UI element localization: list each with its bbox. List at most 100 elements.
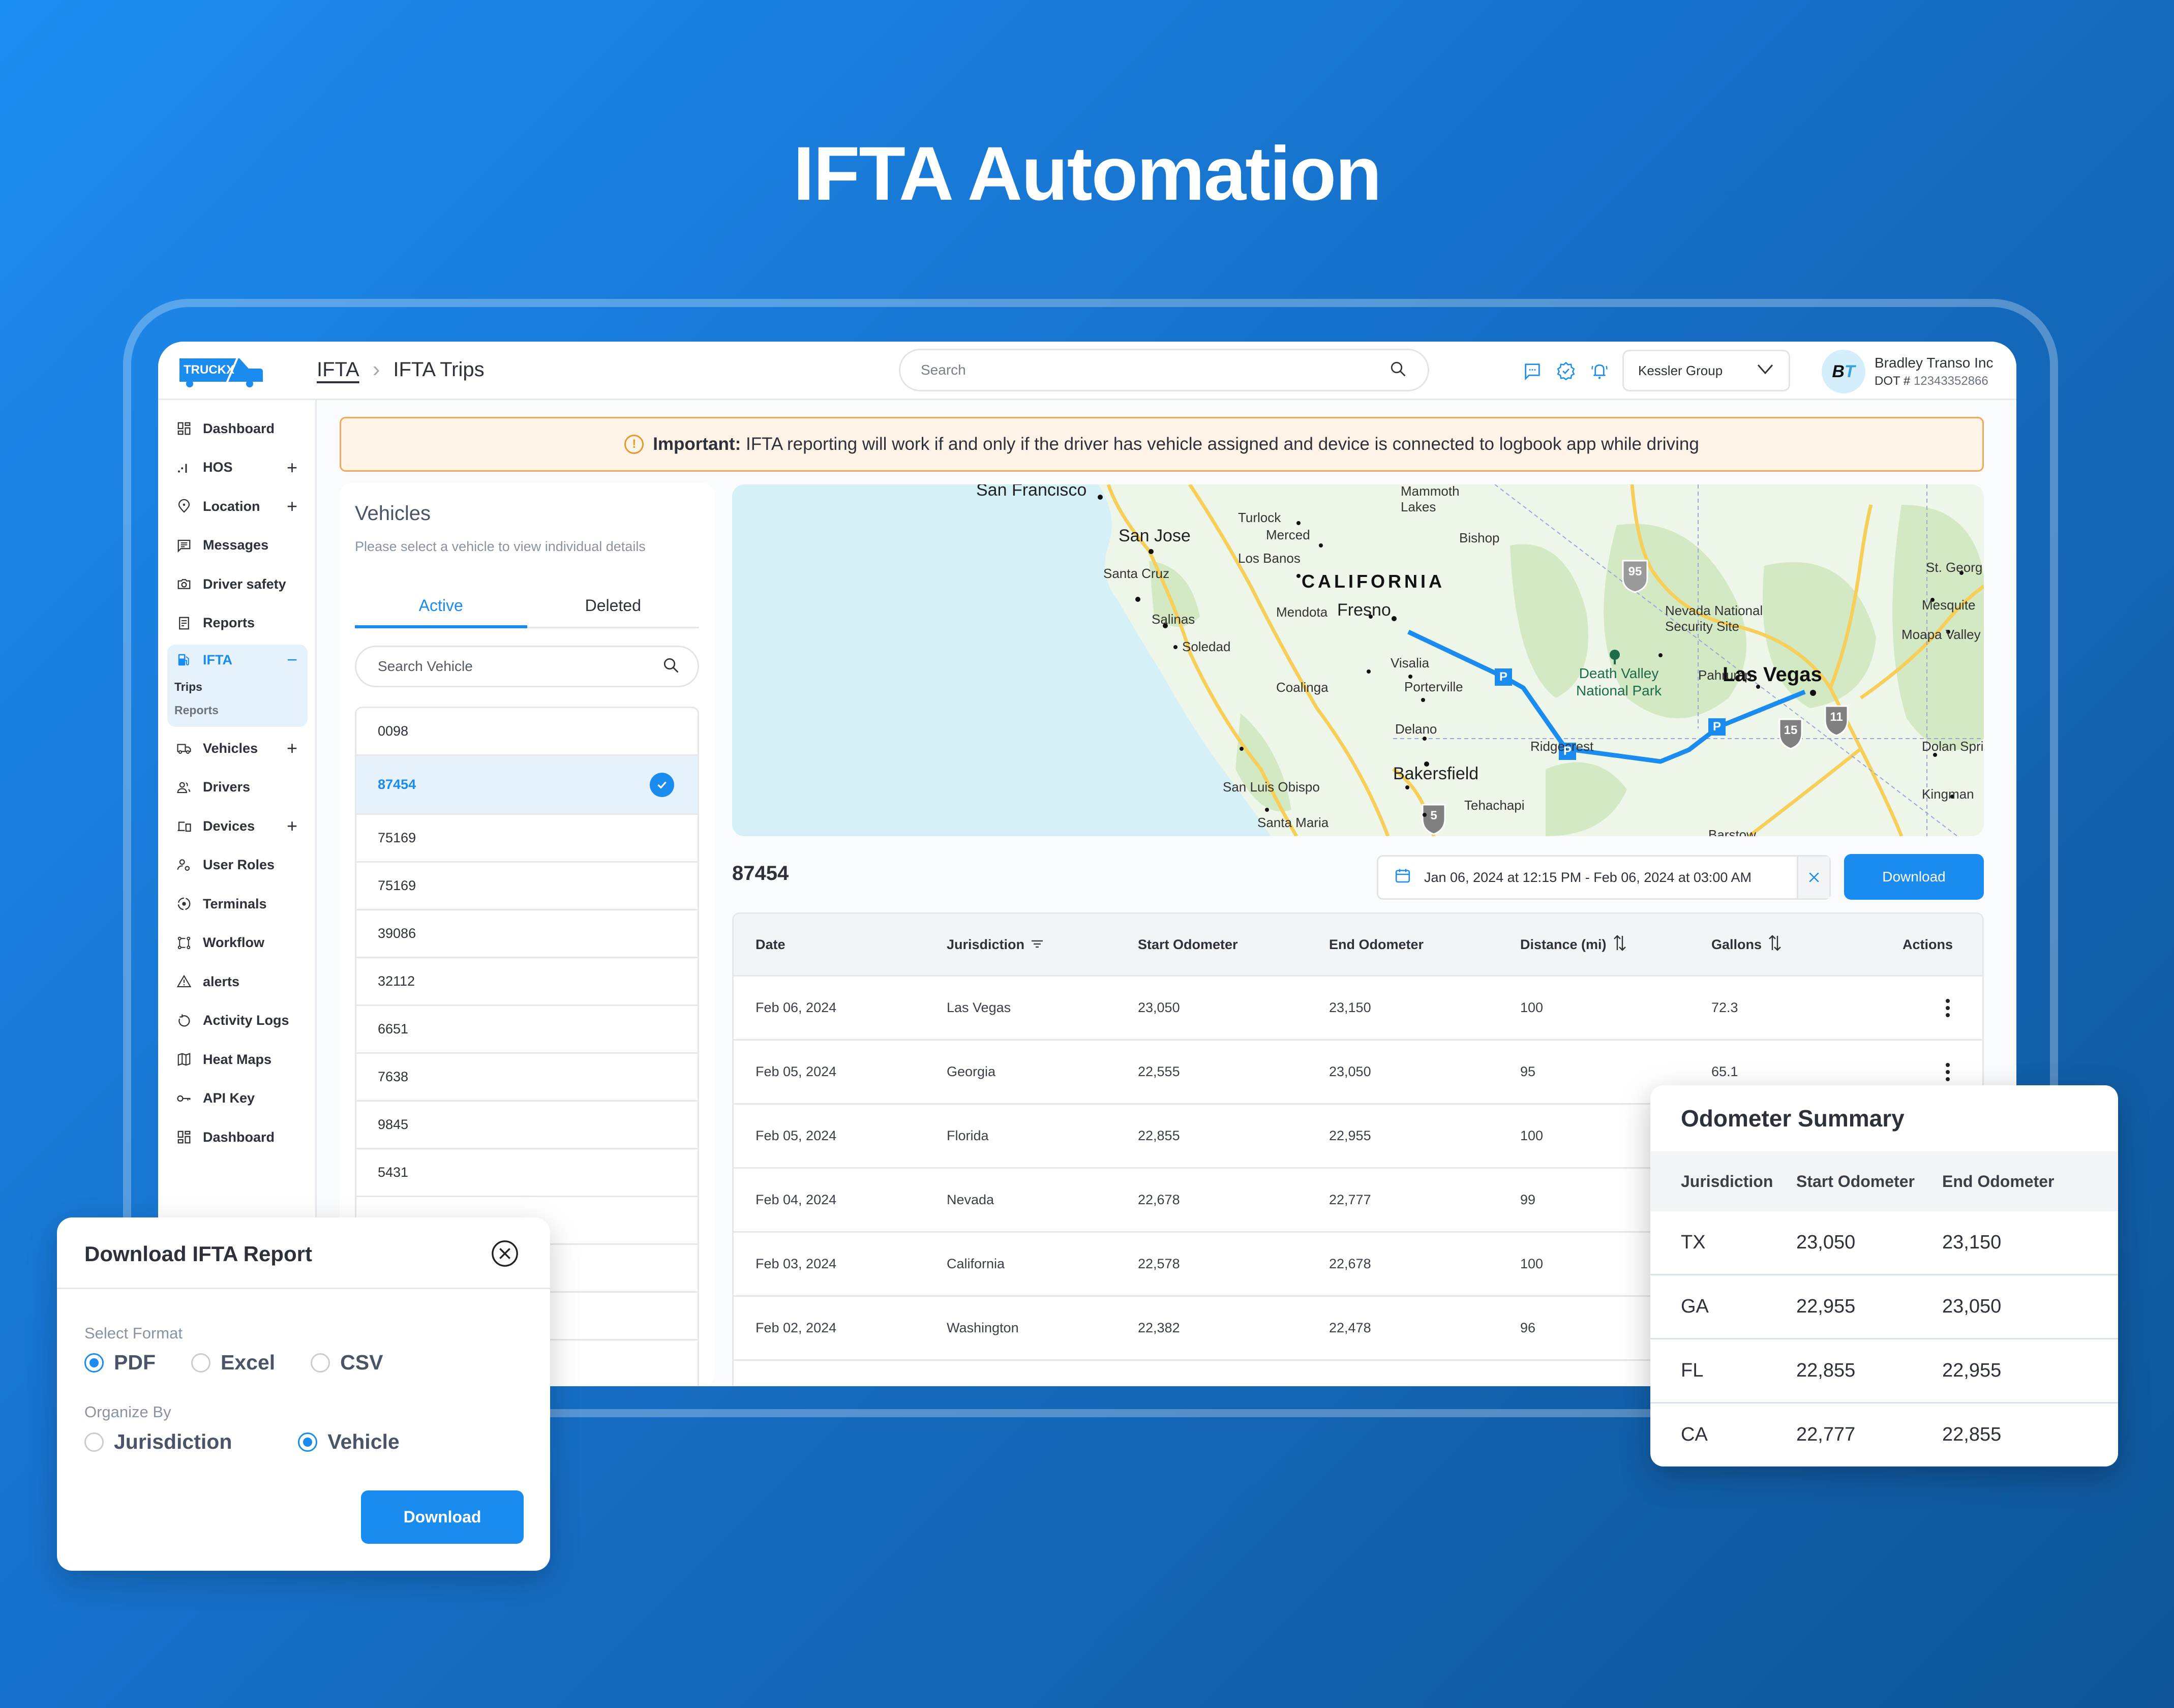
sidebar-item-terminals[interactable]: Terminals [167,884,308,924]
radio-csv[interactable]: CSV [311,1351,383,1375]
filter-icon[interactable] [1031,937,1044,953]
sidebar-item-devices[interactable]: Devices + [167,807,308,846]
sidebar-item-heat-maps[interactable]: Heat Maps [167,1040,308,1079]
odometer-end: 23,050 [1942,1296,2002,1317]
company-group-value: Kessler Group [1638,362,1723,378]
table-row[interactable]: Feb 06, 2024 Las Vegas 23,050 23,150 100 72.3 [734,977,1982,1041]
expand-plus-icon[interactable]: + [287,457,297,478]
sidebar-item-location[interactable]: Location + [167,487,308,526]
sort-icon[interactable] [1613,934,1627,956]
breadcrumb-ifta-trips: IFTA Trips [393,358,485,381]
download-button[interactable]: Download [1844,854,1984,900]
radio-button[interactable] [84,1432,104,1452]
sidebar-item-dashboard[interactable]: Dashboard [167,409,308,448]
radio-jurisdiction[interactable]: Jurisdiction [84,1430,232,1454]
search-icon[interactable] [1389,360,1407,381]
message-icon [175,537,193,554]
more-vertical-icon[interactable] [1943,998,1953,1017]
stop-marker-label: P [1499,670,1508,684]
sidebar-item-dashboard[interactable]: Dashboard [167,1118,308,1157]
truckx-logo[interactable]: TRUCKX [178,354,265,390]
sidebar-item-user-roles[interactable]: User Roles [167,846,308,885]
close-icon[interactable] [490,1239,520,1268]
vehicles-subtitle: Please select a vehicle to view individu… [355,539,646,554]
tab-deleted[interactable]: Deleted [527,585,700,627]
sidebar-item-drivers[interactable]: Drivers [167,768,308,807]
bell-icon[interactable] [1589,361,1610,381]
sidebar-item-hos[interactable]: HOS + [167,448,308,487]
sidebar-item-workflow[interactable]: Workflow [167,924,308,963]
tab-active[interactable]: Active [355,585,527,628]
sidebar-item-messages[interactable]: Messages [167,526,308,565]
radio-excel[interactable]: Excel [191,1351,275,1375]
sidebar-item-reports[interactable]: Reports [167,604,308,643]
odometer-jurisdiction: CA [1681,1424,1708,1445]
vehicle-list-item[interactable]: 0098 [356,708,698,756]
chat-icon[interactable] [1522,361,1543,381]
column-header-distance[interactable]: Distance (mi) [1498,934,1689,956]
radio-pdf[interactable]: PDF [84,1351,156,1375]
vehicle-list-item[interactable]: 32112 [356,958,698,1006]
workflow-icon [175,934,193,952]
sidebar-item-ifta[interactable]: IFTA − [167,645,308,675]
sidebar-subitem-trips[interactable]: Trips [167,675,308,698]
radio-vehicle[interactable]: Vehicle [298,1430,400,1454]
sidebar-item-api-key[interactable]: API Key [167,1079,308,1118]
vehicle-list-item[interactable]: 5431 [356,1149,698,1197]
sidebar-subitem-reports[interactable]: Reports [167,698,308,722]
map-label-death-valley: Death Valley National Park [1576,665,1662,698]
sidebar-item-label: Vehicles [203,740,258,756]
sidebar-item-alerts[interactable]: alerts [167,962,308,1001]
map-label-san-francisco: San Francisco [976,484,1087,500]
breadcrumb-ifta[interactable]: IFTA [317,358,359,381]
expand-plus-icon[interactable]: + [287,738,297,759]
sidebar-item-label: API Key [203,1090,255,1106]
vehicle-list-item[interactable]: 7638 [356,1054,698,1102]
organize-by-label: Organize By [84,1403,171,1421]
dialog-download-button[interactable]: Download [361,1490,524,1544]
verified-badge-icon[interactable] [1556,361,1576,381]
radio-label: Jurisdiction [114,1430,232,1453]
map-label-delano: Delano [1395,721,1437,737]
expand-plus-icon[interactable]: + [287,815,297,837]
column-header-jurisdiction[interactable]: Jurisdiction [925,937,1116,953]
sidebar-item-driver-safety[interactable]: Driver safety [167,565,308,604]
radio-button[interactable] [191,1353,210,1372]
global-search[interactable] [899,349,1429,391]
vehicle-search[interactable] [355,646,699,687]
radio-button[interactable] [84,1353,104,1372]
vehicle-list-item[interactable]: 75169 [356,863,698,910]
date-range-picker[interactable]: Jan 06, 2024 at 12:15 PM - Feb 06, 2024 … [1377,855,1831,900]
vehicle-list-item[interactable]: 75169 [356,815,698,863]
column-header-gallons[interactable]: Gallons [1689,934,1881,956]
company-group-select[interactable]: Kessler Group [1622,350,1790,391]
map-label-bishop: Bishop [1459,530,1500,545]
clear-date-icon[interactable] [1797,857,1829,898]
radio-button[interactable] [298,1432,318,1452]
sidebar-item-label: HOS [203,460,233,475]
map-label-san-luis-obispo: San Luis Obispo [1223,779,1320,795]
cell-start-odometer: 22,450 [1116,1384,1307,1386]
more-vertical-icon[interactable] [1943,1062,1953,1081]
sort-icon[interactable] [1768,934,1782,956]
vehicle-list-item[interactable]: 39086 [356,910,698,958]
vehicle-search-input[interactable] [378,658,662,675]
route-map[interactable]: San Francisco San Jose Turlock Merced Los Ba… [732,484,1984,836]
radio-button[interactable] [311,1353,330,1372]
odometer-summary-card: Odometer Summary Jurisdiction Start Odom… [1650,1085,2118,1467]
vehicle-list-item[interactable]: 6651 [356,1006,698,1054]
user-profile[interactable]: BT Bradley Transo Inc DOT # 12343352866 [1822,350,1993,393]
important-alert-banner: ! Important: IFTA reporting will work if… [340,417,1984,472]
search-icon[interactable] [662,656,680,677]
sidebar-item-activity-logs[interactable]: Activity Logs [167,1001,308,1041]
vehicle-list-item[interactable]: 9845 [356,1102,698,1149]
collapse-minus-icon[interactable]: − [287,649,297,670]
cell-jurisdiction: Las Vegas [947,1000,1011,1015]
search-input[interactable] [921,362,1389,378]
cell-start-odometer: 23,050 [1138,1000,1180,1015]
sidebar-item-vehicles[interactable]: Vehicles + [167,729,308,768]
cell-date: Feb 05, 2024 [756,1128,837,1143]
odometer-start: 22,855 [1796,1360,1856,1381]
expand-plus-icon[interactable]: + [287,496,297,517]
vehicle-list-item[interactable]: 87454 [356,756,698,815]
